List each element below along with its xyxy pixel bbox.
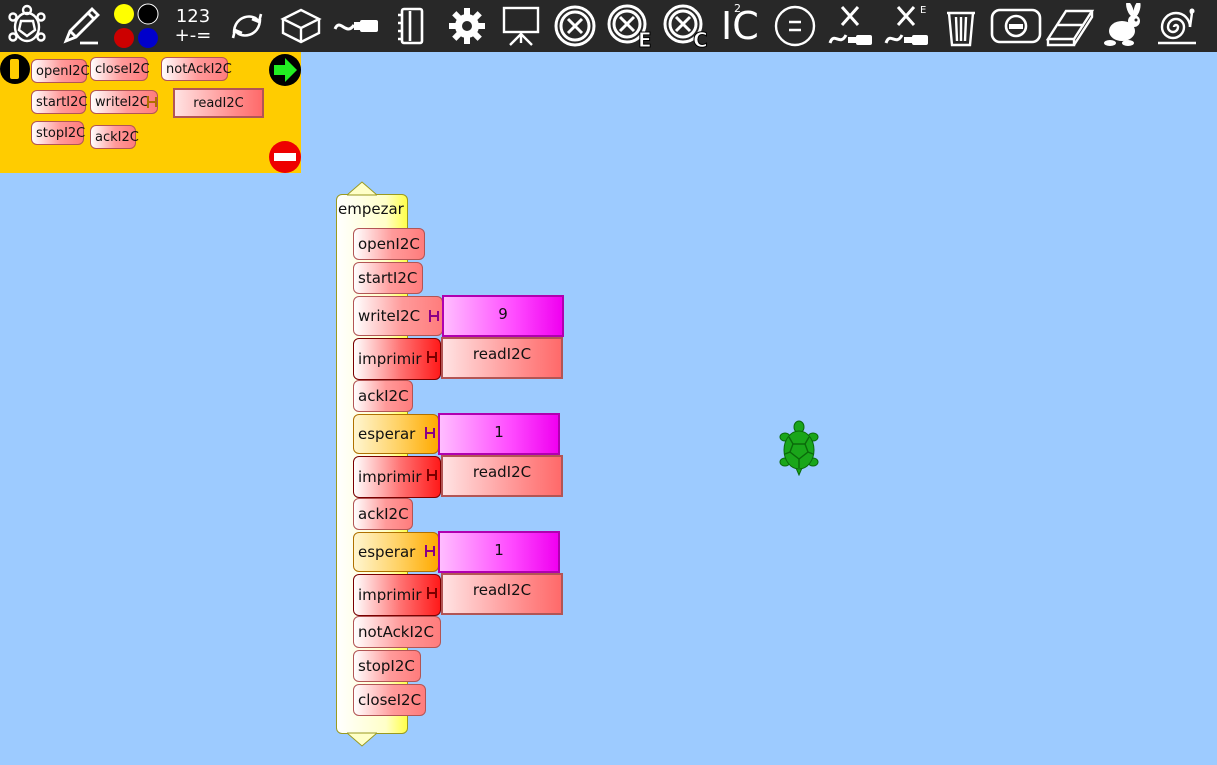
- i2c-label: IC: [721, 4, 759, 48]
- esperar-1-socket-icon: [425, 427, 435, 439]
- palette-remove-icon[interactable]: [268, 140, 302, 174]
- svg-text:C: C: [693, 28, 708, 49]
- program-block-closeI2C[interactable]: closeI2C: [353, 684, 426, 716]
- program-block-stopI2C[interactable]: stopI2C: [353, 650, 421, 682]
- esperar-2-socket-icon: [425, 545, 435, 557]
- run-fast-icon[interactable]: [1100, 3, 1146, 49]
- palette-next-arrow-icon[interactable]: [268, 53, 302, 87]
- clear-extras-superscript: E: [920, 5, 927, 16]
- presentation-icon[interactable]: [498, 3, 544, 49]
- toolbar: 123 +-= E C 2 IC E: [0, 0, 1217, 52]
- imprimir-2-readI2C-block[interactable]: readI2C: [441, 455, 563, 497]
- color-palette-icon[interactable]: [110, 3, 162, 49]
- program-block-openI2C[interactable]: openI2C: [353, 228, 425, 260]
- actions-icon[interactable]: [332, 3, 382, 49]
- clear-extras-icon[interactable]: E: [882, 3, 932, 49]
- turtle-icon[interactable]: [778, 420, 820, 477]
- esperar-1-value-field[interactable]: 1: [438, 413, 560, 455]
- palette-write-socket-icon: [147, 96, 157, 108]
- hide-blocks-icon[interactable]: [990, 3, 1042, 49]
- flow-icon[interactable]: [224, 3, 270, 49]
- writeI2C-value-field[interactable]: 9: [442, 295, 564, 337]
- pen-icon[interactable]: [58, 3, 104, 49]
- stop-all-icon[interactable]: [552, 3, 598, 49]
- clear-variables-icon[interactable]: [826, 3, 876, 49]
- palette-block-stopI2C[interactable]: stopI2C: [31, 121, 85, 145]
- turtle-logo-icon: [4, 3, 50, 49]
- program-block-notAckI2C[interactable]: notAckI2C: [353, 616, 441, 648]
- palette-block-ackI2C[interactable]: ackI2C: [90, 125, 139, 149]
- sensors-icon[interactable]: [390, 3, 436, 49]
- numbers-label: 123: [175, 6, 211, 27]
- start-bottom-arrow-icon: [347, 732, 377, 747]
- boxes-icon[interactable]: [278, 3, 324, 49]
- stop-e-icon[interactable]: E: [606, 3, 652, 49]
- palette-toggle-icon[interactable]: [0, 54, 30, 84]
- number-operators-icon[interactable]: 123 +-=: [168, 3, 218, 49]
- start-label: empezar: [338, 200, 404, 218]
- svg-text:E: E: [638, 28, 652, 49]
- palette-block-openI2C[interactable]: openI2C: [31, 59, 90, 83]
- extras-icon[interactable]: [444, 3, 490, 49]
- imprimir-1-socket-icon: [427, 351, 437, 363]
- writeI2C-socket-icon: [429, 310, 439, 322]
- palette-block-notAckI2C[interactable]: notAckI2C: [161, 57, 232, 81]
- operators-label: +-=: [174, 25, 212, 46]
- i2c-block-palette: openI2C closeI2C notAckI2C startI2C writ…: [0, 52, 301, 173]
- imprimir-1-readI2C-block[interactable]: readI2C: [441, 337, 563, 379]
- imprimir-3-readI2C-block[interactable]: readI2C: [441, 573, 563, 615]
- program-block-ackI2C-2[interactable]: ackI2C: [353, 498, 413, 530]
- eraser-icon[interactable]: [1044, 3, 1096, 49]
- palette-block-closeI2C[interactable]: closeI2C: [90, 57, 150, 81]
- i2c-palette-icon[interactable]: 2 IC: [718, 2, 766, 49]
- imprimir-3-socket-icon: [427, 587, 437, 599]
- palette-block-readI2C[interactable]: readI2C: [173, 88, 264, 118]
- equals-circle-icon[interactable]: [772, 3, 818, 49]
- stop-c-icon[interactable]: C: [662, 3, 708, 49]
- program-block-ackI2C-1[interactable]: ackI2C: [353, 380, 413, 412]
- run-slow-icon[interactable]: [1154, 3, 1200, 49]
- palette-block-startI2C[interactable]: startI2C: [31, 90, 87, 114]
- program-block-startI2C[interactable]: startI2C: [353, 262, 423, 294]
- esperar-2-value-field[interactable]: 1: [438, 531, 560, 573]
- imprimir-2-socket-icon: [427, 469, 437, 481]
- trash-icon[interactable]: [938, 3, 984, 49]
- start-top-arrow-icon: [347, 181, 377, 196]
